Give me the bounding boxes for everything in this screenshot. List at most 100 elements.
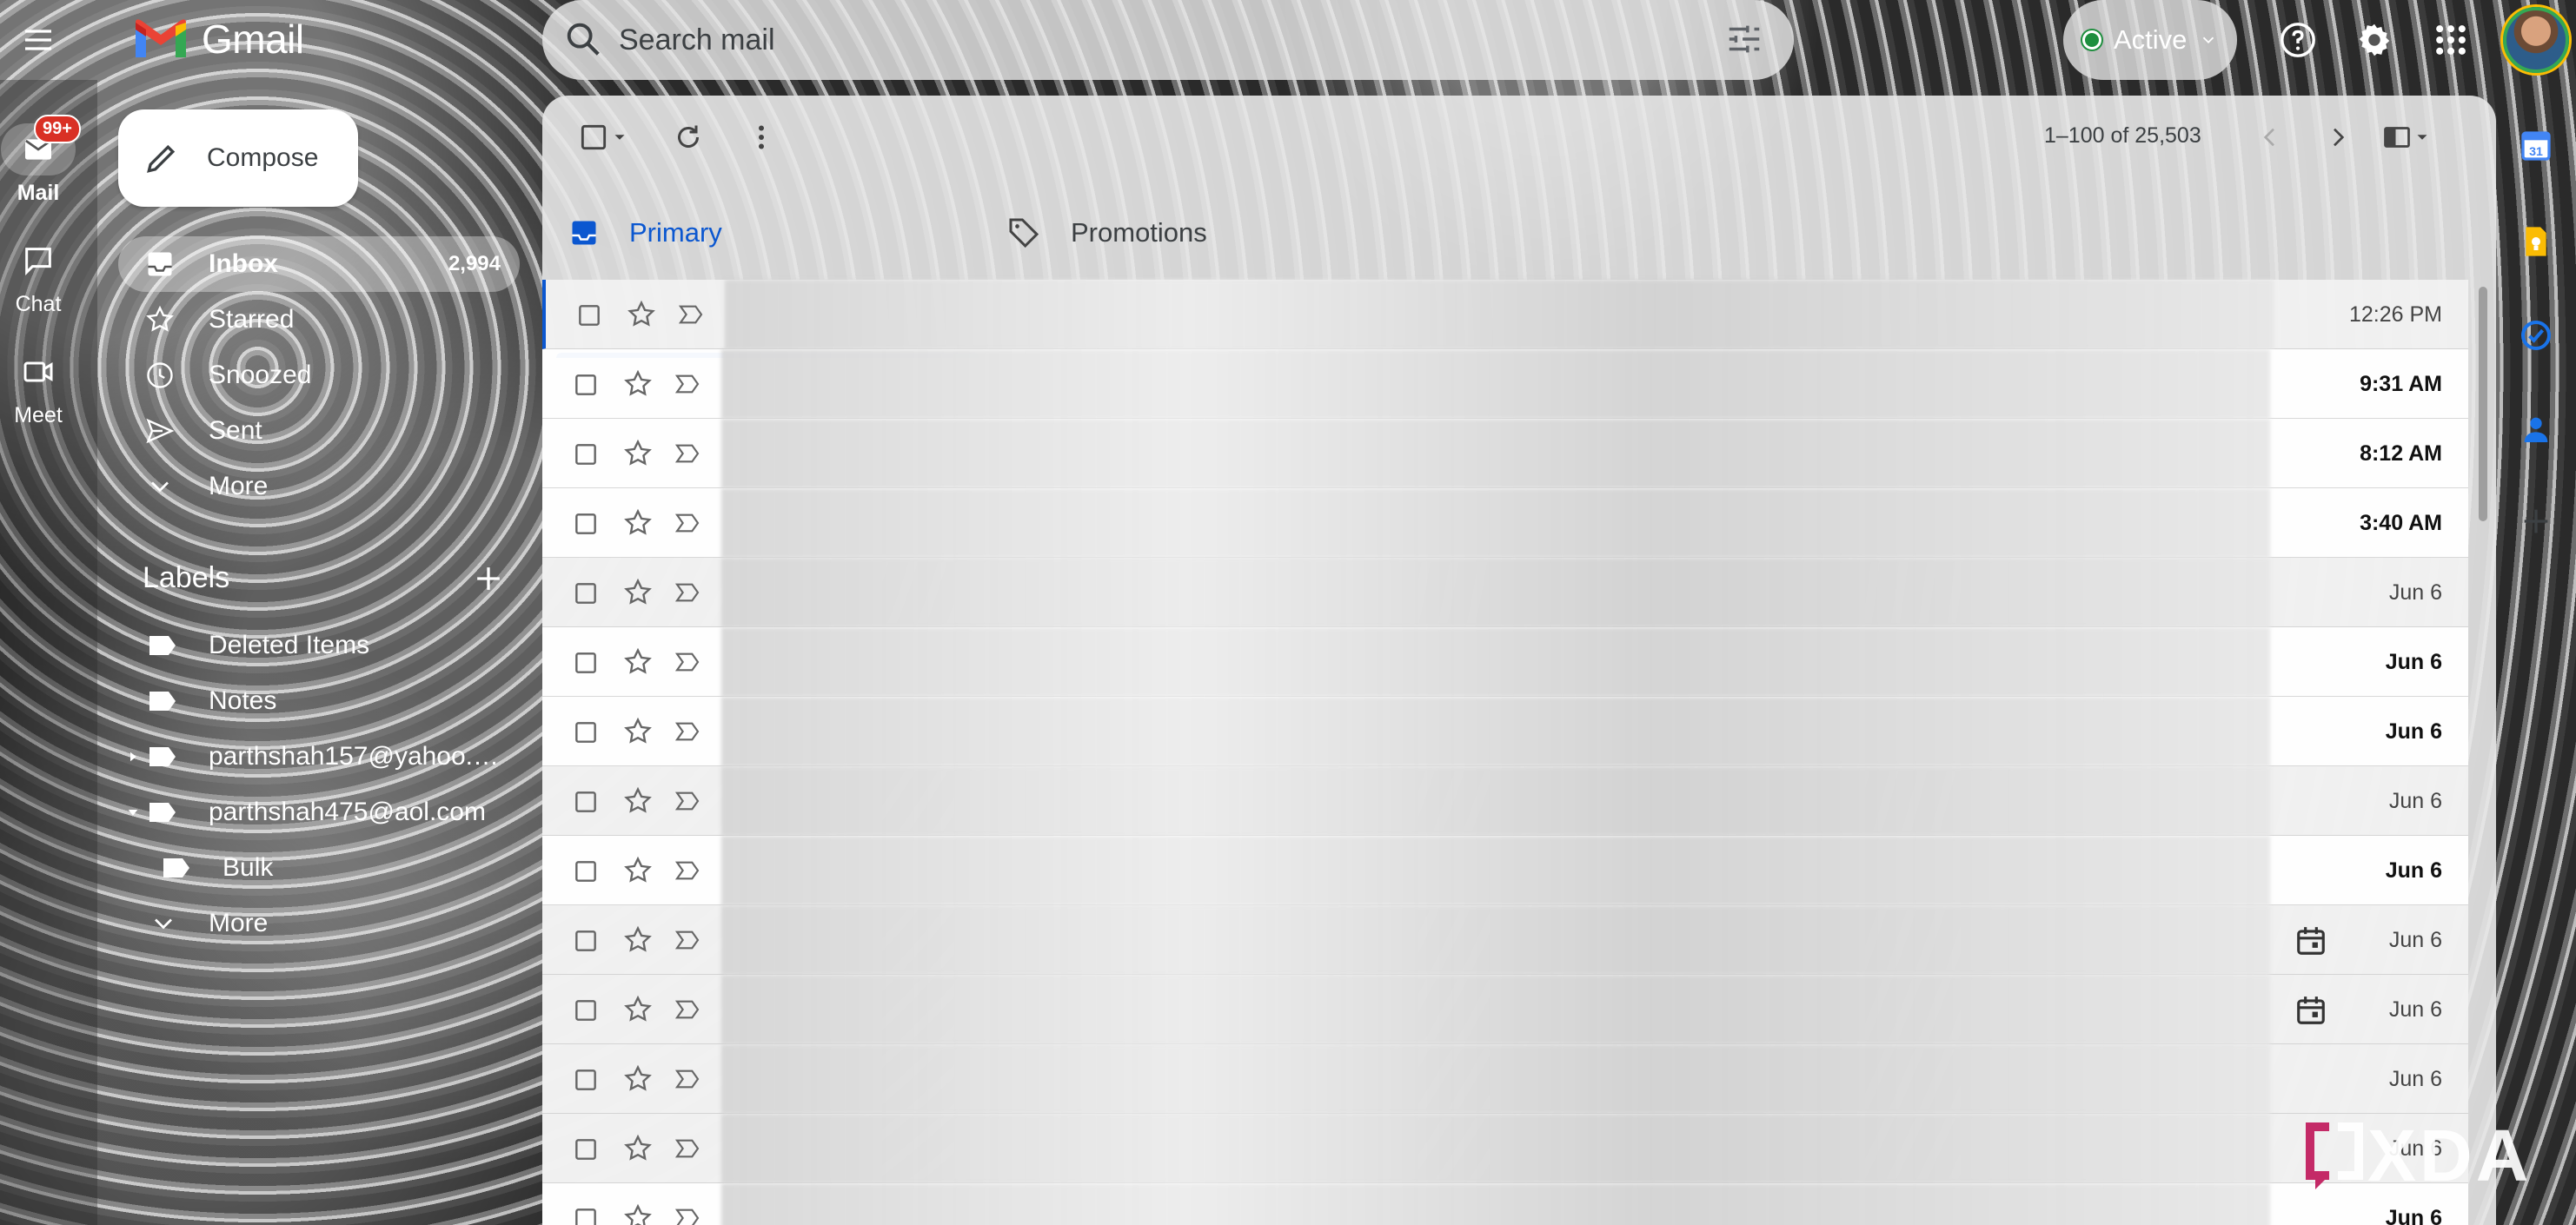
create-label-button[interactable] [469,560,508,598]
checkbox-icon[interactable] [575,301,603,329]
checkbox-icon[interactable] [572,649,600,677]
important-marker-icon[interactable] [673,509,702,537]
keep-app-button[interactable] [2510,215,2562,268]
star-icon[interactable] [622,368,654,400]
email-row[interactable]: 3:40 AM [542,488,2468,558]
more-actions-button[interactable] [735,111,787,163]
select-all-checkbox[interactable] [568,111,638,163]
checkbox-icon[interactable] [572,718,600,746]
sidebar-item-more[interactable]: More [118,459,520,514]
tab-primary[interactable]: Primary [568,179,977,287]
star-icon[interactable] [622,507,654,539]
checkbox-icon[interactable] [572,510,600,538]
refresh-button[interactable] [662,111,714,163]
get-addons-button[interactable] [2510,495,2562,547]
star-icon[interactable] [622,716,654,747]
email-row[interactable]: Jun 6 [542,558,2468,627]
apps-button[interactable] [2425,14,2477,66]
email-row[interactable]: Jun 6 [542,766,2468,836]
email-row[interactable]: 12:26 PM [542,280,2468,349]
newer-page-button[interactable] [2244,111,2296,163]
account-avatar[interactable] [2503,7,2569,73]
sidebar-item-snoozed[interactable]: Snoozed [118,348,520,403]
email-row[interactable]: Jun 6 [542,627,2468,697]
gmail-logo[interactable]: Gmail [132,16,304,63]
important-marker-icon[interactable] [673,370,702,398]
email-row[interactable]: 9:31 AM [542,349,2468,419]
star-icon[interactable] [622,1133,654,1164]
star-icon[interactable] [622,785,654,817]
calendar-event-icon[interactable] [2294,924,2327,957]
important-marker-icon[interactable] [673,648,702,676]
important-marker-icon[interactable] [673,718,702,745]
tasks-app-button[interactable] [2510,309,2562,361]
important-marker-icon[interactable] [673,440,702,467]
tab-promotions[interactable]: Promotions [1006,179,1415,287]
settings-button[interactable] [2348,14,2400,66]
label-item-aol[interactable]: parthshah475@aol.com [118,787,520,838]
label-item-more[interactable]: More [118,898,520,949]
star-icon[interactable] [626,299,657,330]
star-icon[interactable] [622,438,654,469]
checkbox-icon[interactable] [572,927,600,955]
checkbox-icon[interactable] [572,1136,600,1163]
star-icon[interactable] [622,994,654,1025]
email-row[interactable]: Jun 6 [542,1183,2468,1225]
help-button[interactable] [2272,14,2324,66]
sidebar-item-inbox[interactable]: Inbox 2,994 [118,236,520,292]
label-item-bulk[interactable]: Bulk [118,843,520,893]
rail-item-chat[interactable]: Chat [0,235,76,317]
email-row[interactable]: Jun 6 [542,1044,2468,1114]
checkbox-icon[interactable] [572,579,600,607]
label-item-notes[interactable]: Notes [118,676,520,726]
status-selector[interactable]: Active [2063,0,2237,80]
rail-item-mail[interactable]: 99+ Mail [0,115,81,206]
important-marker-icon[interactable] [673,787,702,815]
important-marker-icon[interactable] [673,996,702,1023]
email-row[interactable]: Jun 6 [542,1114,2468,1183]
important-marker-icon[interactable] [673,857,702,884]
email-row[interactable]: Jun 6 [542,697,2468,766]
email-row[interactable]: Jun 6 [542,905,2468,975]
label-item-deleted-items[interactable]: Deleted Items [118,620,520,671]
important-marker-icon[interactable] [673,926,702,954]
caret-right-icon[interactable] [125,749,141,765]
caret-down-icon[interactable] [125,805,141,820]
important-marker-icon[interactable] [673,1135,702,1162]
checkbox-icon[interactable] [572,371,600,399]
star-icon[interactable] [622,646,654,678]
calendar-app-button[interactable]: 31 [2510,120,2562,172]
search-icon[interactable] [563,19,603,59]
important-marker-icon[interactable] [673,1065,702,1093]
sidebar-item-starred[interactable]: Starred [118,292,520,348]
contacts-app-button[interactable] [2510,403,2562,455]
important-marker-icon[interactable] [676,301,706,328]
star-icon[interactable] [622,855,654,886]
star-icon[interactable] [622,1202,654,1225]
checkbox-icon[interactable] [572,858,600,885]
search-input[interactable] [619,16,1662,64]
split-pane-toggle[interactable] [2367,111,2446,163]
checkbox-icon[interactable] [572,1205,600,1225]
checkbox-icon[interactable] [572,788,600,816]
compose-button[interactable]: Compose [118,109,358,207]
important-marker-icon[interactable] [673,1204,702,1225]
rail-item-meet[interactable]: Meet [0,346,76,428]
checkbox-icon[interactable] [572,440,600,468]
star-icon[interactable] [622,924,654,956]
checkbox-icon[interactable] [572,1066,600,1094]
calendar-event-icon[interactable] [2294,994,2327,1027]
star-icon[interactable] [622,1063,654,1095]
important-marker-icon[interactable] [673,579,702,606]
main-menu-button[interactable] [12,14,64,66]
search-bar[interactable] [542,0,1794,80]
search-options-icon[interactable] [1724,19,1764,59]
label-item-yahoo[interactable]: parthshah157@yahoo.co... [118,732,520,782]
star-icon[interactable] [622,577,654,608]
email-row[interactable]: Jun 6 [542,836,2468,905]
sidebar-item-sent[interactable]: Sent [118,403,520,459]
older-page-button[interactable] [2312,111,2364,163]
checkbox-icon[interactable] [572,997,600,1024]
email-row[interactable]: 8:12 AM [542,419,2468,488]
scrollbar-thumb[interactable] [2479,287,2487,521]
